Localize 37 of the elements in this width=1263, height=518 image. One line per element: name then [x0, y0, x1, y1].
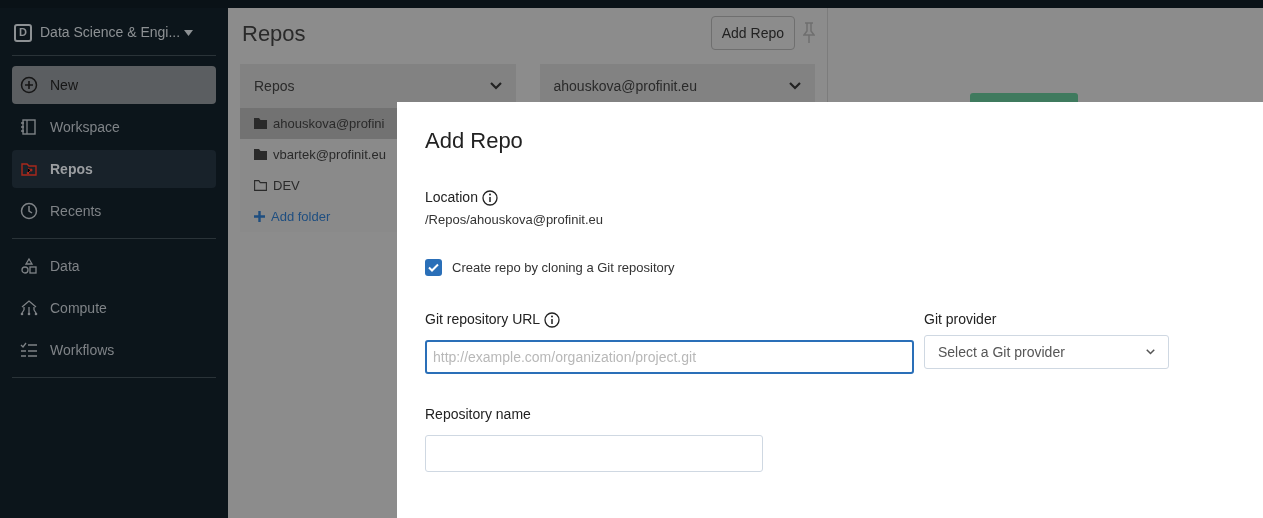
field-label: Git repository URL [425, 310, 541, 329]
field-label: Git provider [924, 310, 998, 325]
url-input-field[interactable]: http://example.com/organization/project.git [425, 340, 914, 374]
folder-icon [254, 180, 267, 191]
workflows-icon [20, 341, 38, 359]
compute-icon [20, 299, 38, 317]
add-repo-button[interactable]: Add Repo [710, 16, 795, 50]
workspace-badge: D [14, 23, 32, 42]
checkbox[interactable] [425, 258, 442, 276]
nav-item[interactable]: Repos [12, 150, 216, 188]
info-icon[interactable] [544, 311, 561, 328]
repos-icon [20, 160, 38, 178]
data-icon [20, 257, 38, 275]
nav-item[interactable]: Workspace [12, 108, 216, 146]
field-label: Repository name [425, 405, 532, 424]
nav-item[interactable]: Recents [12, 192, 216, 230]
folder-icon [254, 118, 267, 129]
caret-icon [184, 29, 194, 36]
checkmark-icon [428, 262, 439, 272]
panel-title: Repos [241, 19, 307, 48]
recents-icon [20, 202, 38, 220]
workspace-icon [20, 118, 38, 136]
chevron-icon [489, 82, 502, 90]
workspace-switcher[interactable]: Data Science & Engi... [40, 22, 194, 43]
provider-dropdown[interactable]: Select a Git provider [924, 335, 1169, 369]
info-icon[interactable] [481, 189, 498, 206]
chevron-icon [789, 82, 801, 90]
folder-icon [254, 149, 267, 160]
nav-item[interactable]: Data [12, 247, 216, 285]
nav-item[interactable]: Workflows [12, 331, 216, 369]
nav-item[interactable]: Compute [12, 289, 216, 327]
checkbox-label: Create repo by cloning a Git repository [452, 258, 675, 277]
chevron-icon [1146, 349, 1155, 355]
repository-name-field[interactable] [425, 435, 763, 472]
new-icon [20, 76, 38, 94]
nav-item[interactable]: New [12, 66, 216, 104]
plus-icon [254, 211, 265, 222]
